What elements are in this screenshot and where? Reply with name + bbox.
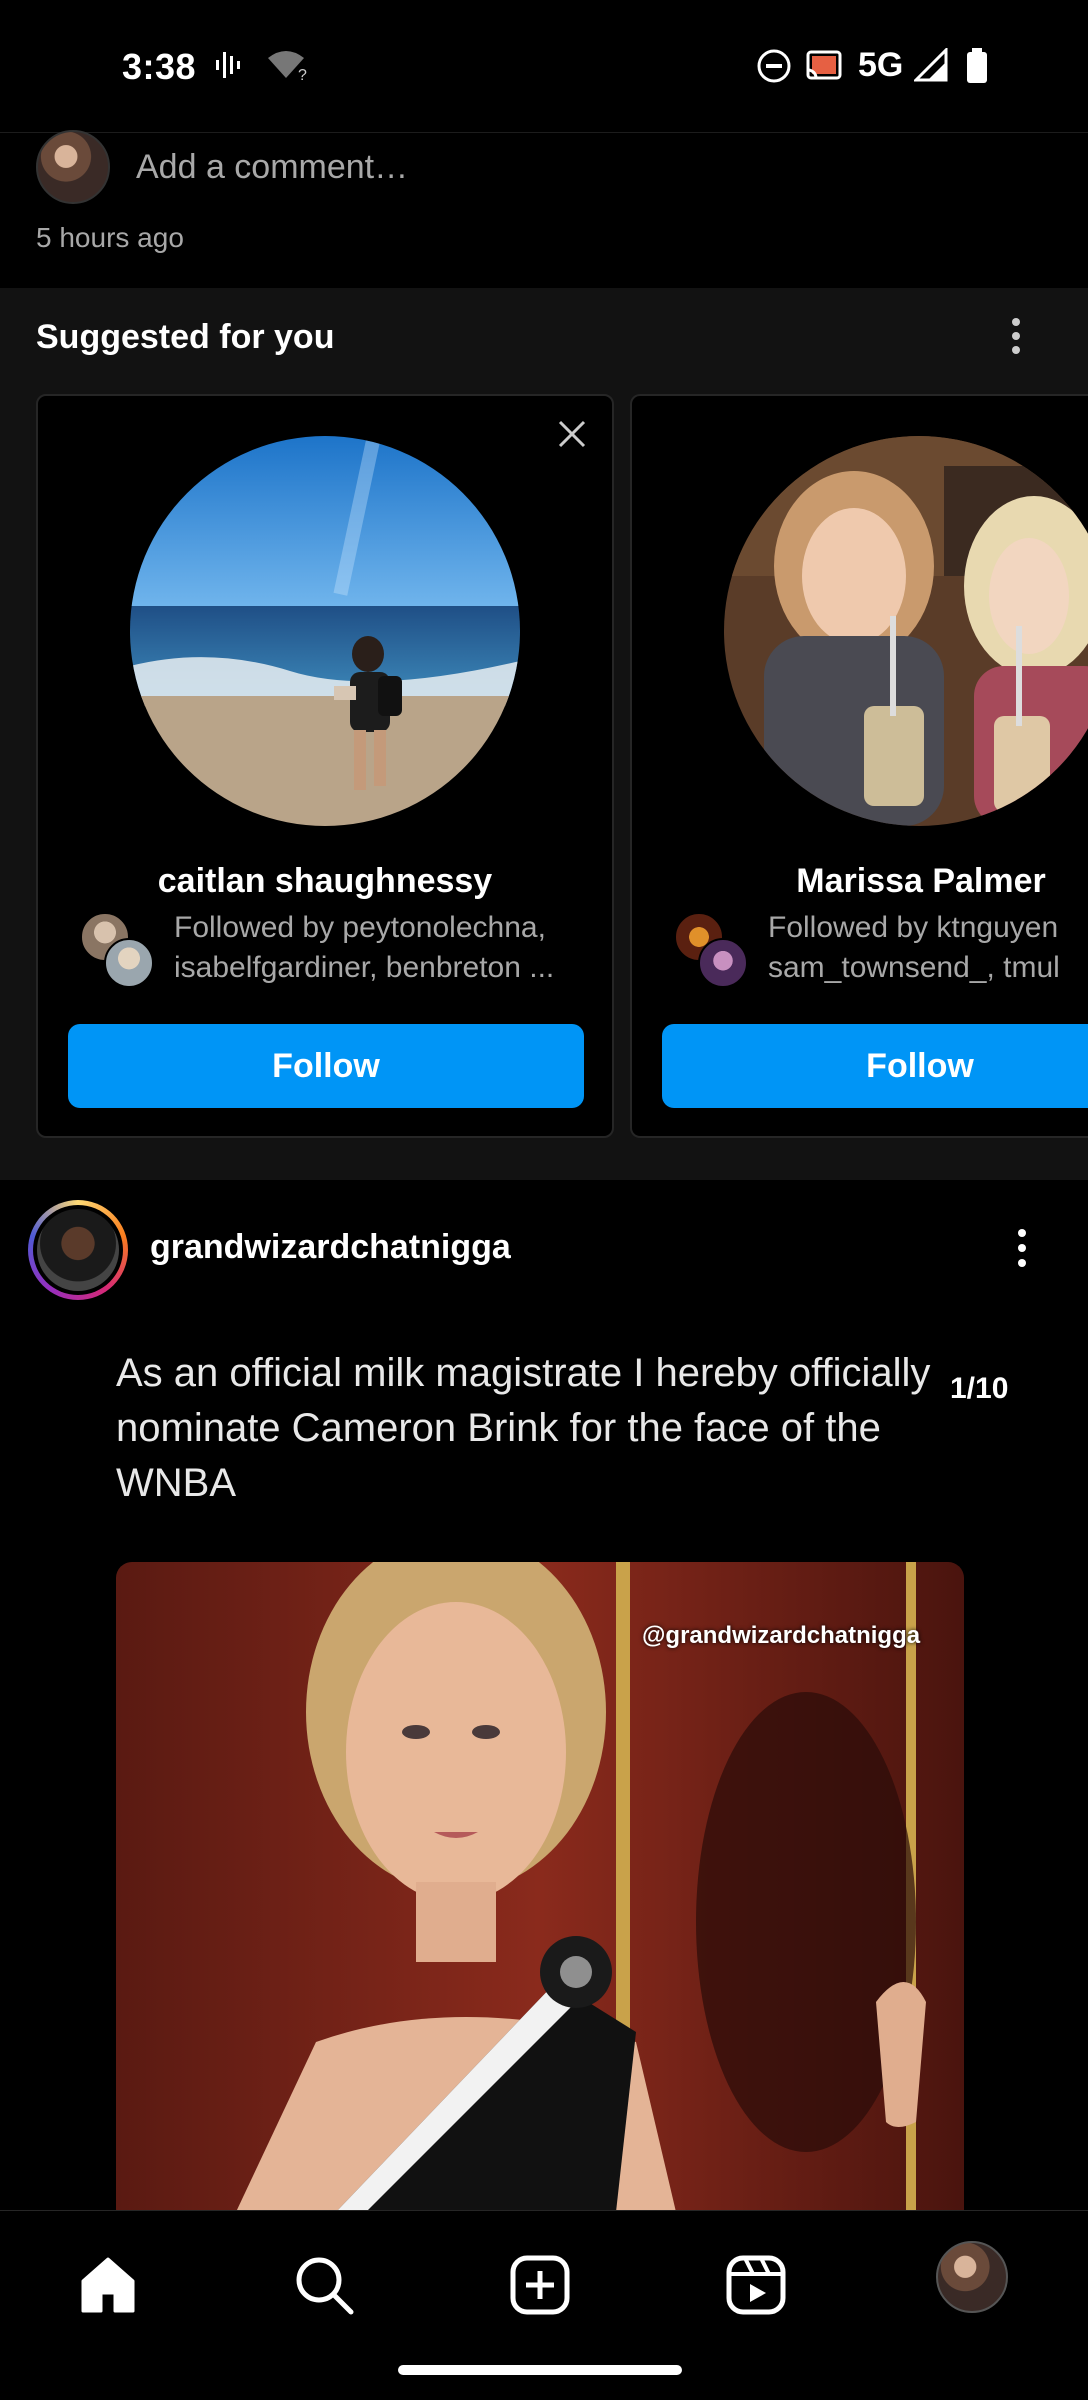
bottom-navigation <box>0 2210 1088 2400</box>
carousel-counter: 1/10 <box>950 1372 1009 1405</box>
add-comment-input[interactable]: Add a comment… <box>136 148 408 187</box>
post-timestamp[interactable]: 5 hours ago <box>36 222 184 254</box>
mutual-followers-avatars <box>80 912 160 992</box>
profile-photo[interactable] <box>724 436 1088 826</box>
post-caption: As an official milk magistrate I hereby … <box>116 1351 931 1505</box>
user-avatar <box>36 130 110 204</box>
post-photo <box>116 1562 964 2212</box>
suggested-user-name[interactable]: Marissa Palmer <box>632 862 1088 901</box>
status-bar: 3:38 ? 5G <box>0 0 1088 132</box>
signal-icon <box>914 48 948 82</box>
post-username[interactable]: grandwizardchatnigga <box>150 1228 511 1267</box>
followed-by-text: Followed by peytonolechna, isabelfgardin… <box>174 911 555 984</box>
search-icon[interactable] <box>284 2245 364 2325</box>
followed-by-text: Followed by ktnguyen sam_townsend_, tmul <box>768 911 1060 984</box>
follow-button[interactable]: Follow <box>68 1024 584 1108</box>
suggested-card[interactable]: caitlan shaughnessy Followed by peytonol… <box>36 394 614 1138</box>
post-more-icon[interactable] <box>1006 1222 1038 1274</box>
battery-icon <box>967 48 987 83</box>
wifi-unknown-icon: ? <box>268 51 307 82</box>
follow-button[interactable]: Follow <box>662 1024 1088 1108</box>
close-icon[interactable] <box>552 414 592 454</box>
watermark: @grandwizardchatnigga <box>642 1622 921 1649</box>
mutual-followers-avatars <box>674 912 754 992</box>
do-not-disturb-icon <box>757 49 791 83</box>
profile-avatar[interactable] <box>936 2241 1008 2313</box>
post-author-avatar <box>37 1209 119 1291</box>
home-icon[interactable] <box>68 2245 148 2325</box>
profile-photo[interactable] <box>130 436 520 826</box>
top-divider <box>0 132 1088 133</box>
suggested-for-you-section: Suggested for you caitlan shaughnessy Fo… <box>0 288 1088 1180</box>
suggested-more-icon[interactable] <box>1000 312 1032 360</box>
audio-icon <box>216 52 240 78</box>
status-time: 3:38 <box>122 46 197 87</box>
create-post-icon[interactable] <box>500 2245 580 2325</box>
suggested-title: Suggested for you <box>36 318 335 356</box>
suggested-user-name[interactable]: caitlan shaughnessy <box>38 862 612 901</box>
cast-icon <box>806 50 842 80</box>
network-type: 5G <box>858 46 904 84</box>
post-image[interactable]: @grandwizardchatnigga <box>116 1562 964 2212</box>
home-indicator[interactable] <box>398 2365 682 2375</box>
story-ring-avatar[interactable] <box>28 1200 128 1300</box>
suggested-card[interactable]: Marissa Palmer Followed by ktnguyen sam_… <box>630 394 1088 1138</box>
reels-icon[interactable] <box>716 2245 796 2325</box>
svg-text:?: ? <box>298 67 307 82</box>
